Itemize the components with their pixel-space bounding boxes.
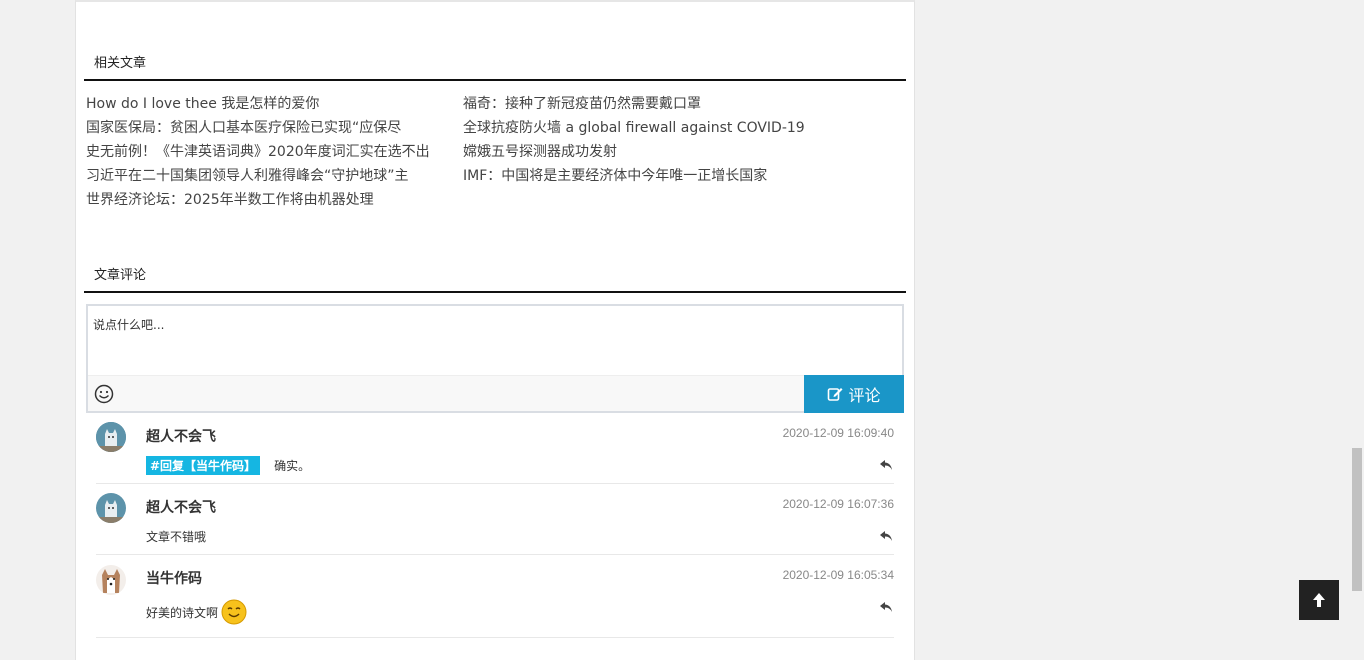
related-link[interactable]: 全球抗疫防火墙 a global firewall against COVID-… [463,116,903,140]
comment-time: 2020-12-09 16:09:40 [782,426,894,440]
comment-item: 超人不会飞 2020-12-09 16:09:40 #回复【当牛作码】 确实。 [96,414,894,484]
page-scrollbar[interactable] [1350,0,1364,660]
related-link[interactable]: 嫦娥五号探测器成功发射 [463,140,903,164]
comment-time: 2020-12-09 16:05:34 [782,568,894,582]
related-link[interactable]: IMF：中国将是主要经济体中今年唯一正增长国家 [463,164,903,188]
related-link[interactable]: 福奇：接种了新冠疫苗仍然需要戴口罩 [463,92,903,116]
comment-time: 2020-12-09 16:07:36 [782,497,894,511]
related-link[interactable]: 世界经济论坛：2025年半数工作将由机器处理 [86,188,456,212]
related-col-left: How do I love thee 我是怎样的爱你 国家医保局：贫困人口基本医… [86,92,456,212]
related-link[interactable]: How do I love thee 我是怎样的爱你 [86,92,456,116]
comment-textarea[interactable]: 说点什么吧... [93,316,164,333]
related-link[interactable]: 史无前例！《牛津英语词典》2020年度词汇实在选不出 [86,140,456,164]
related-link[interactable]: 国家医保局：贫困人口基本医疗保险已实现“应保尽 [86,116,456,140]
comment-text: 确实。 [274,459,311,473]
smile-emoji-icon [221,599,247,625]
comment-author[interactable]: 当牛作码 [146,568,202,588]
article-main: 相关文章 How do I love thee 我是怎样的爱你 国家医保局：贫困… [75,0,915,660]
comments-divider [84,291,906,293]
comment-author[interactable]: 超人不会飞 [146,426,216,446]
arrow-up-icon [1313,593,1325,607]
submit-label: 评论 [848,386,881,405]
reply-icon[interactable] [880,602,892,612]
submit-comment-button[interactable]: 评论 [804,375,904,413]
avatar [96,493,126,523]
comment-body: #回复【当牛作码】 确实。 [146,456,310,475]
comments-title: 文章评论 [94,268,147,283]
reply-icon[interactable] [880,531,892,541]
comment-input[interactable]: 说点什么吧... 评论 [86,304,904,413]
avatar [96,565,126,595]
smile-icon[interactable] [94,384,114,404]
scrollbar-thumb[interactable] [1352,448,1362,591]
avatar [96,422,126,452]
comment-text: 文章不错哦 [146,530,207,544]
reply-icon[interactable] [880,460,892,470]
related-col-right: 福奇：接种了新冠疫苗仍然需要戴口罩 全球抗疫防火墙 a global firew… [463,92,903,188]
edit-icon [828,388,843,401]
comment-author[interactable]: 超人不会飞 [146,497,216,517]
related-divider [84,79,906,81]
related-title: 相关文章 [94,56,147,71]
comment-body: 好美的诗文啊 [146,599,247,625]
back-to-top-button[interactable] [1299,580,1339,620]
comment-item: 超人不会飞 2020-12-09 16:07:36 文章不错哦 [96,485,894,555]
comment-body: 文章不错哦 [146,528,206,545]
comment-item: 当牛作码 2020-12-09 16:05:34 好美的诗文啊 [96,556,894,638]
comment-text: 好美的诗文啊 [146,605,219,620]
related-link[interactable]: 习近平在二十国集团领导人利雅得峰会“守护地球”主 [86,164,456,188]
comment-toolbar: 评论 [88,375,904,413]
reply-tag[interactable]: #回复【当牛作码】 [146,456,261,475]
